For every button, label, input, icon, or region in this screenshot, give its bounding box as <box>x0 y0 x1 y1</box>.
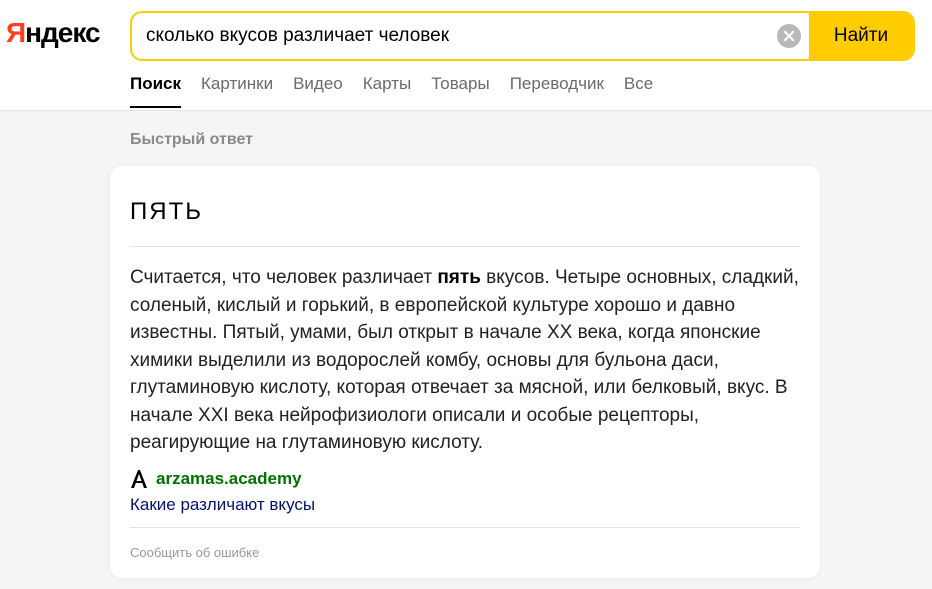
source-domain-link[interactable]: arzamas.academy <box>156 469 302 489</box>
tab-video[interactable]: Видео <box>293 72 343 108</box>
arzamas-logo-icon <box>131 470 147 488</box>
logo-rest: ндекс <box>25 17 100 48</box>
tab-products[interactable]: Товары <box>431 72 489 108</box>
report-error-link[interactable]: Сообщить об ошибке <box>130 545 259 560</box>
answer-text-start: Считается, что человек различает <box>130 267 438 288</box>
tab-images[interactable]: Картинки <box>201 72 273 108</box>
clear-search-button[interactable] <box>777 24 801 48</box>
yandex-logo[interactable]: Яндекс <box>6 17 101 49</box>
logo-first-letter: Я <box>6 17 26 48</box>
answer-text: Считается, что человек различает пять вк… <box>130 264 810 457</box>
answer-highlight: пять <box>437 267 481 288</box>
tab-search[interactable]: Поиск <box>130 72 182 108</box>
search-button[interactable]: Найти <box>809 13 913 59</box>
search-input[interactable] <box>146 13 766 59</box>
source-article-link[interactable]: Какие различают вкусы <box>130 495 315 515</box>
divider <box>130 246 800 247</box>
search-box: Найти <box>130 11 915 61</box>
quick-answer-card: ПЯТЬ Считается, что человек различает пя… <box>110 166 820 578</box>
tab-translator[interactable]: Переводчик <box>510 72 604 108</box>
answer-title: ПЯТЬ <box>130 198 203 225</box>
search-tabs: Поиск Картинки Видео Карты Товары Перево… <box>130 72 673 108</box>
source-row: arzamas.academy <box>130 469 302 489</box>
answer-text-end: вкусов. Четыре основных, сладкий, солены… <box>130 267 799 453</box>
tab-maps[interactable]: Карты <box>363 72 411 108</box>
divider <box>130 527 800 528</box>
close-icon <box>783 30 795 42</box>
header: Яндекс Найти Поиск Картинки Видео Карты … <box>0 0 932 111</box>
tab-all[interactable]: Все <box>624 72 653 108</box>
quick-answer-label: Быстрый ответ <box>130 131 253 148</box>
